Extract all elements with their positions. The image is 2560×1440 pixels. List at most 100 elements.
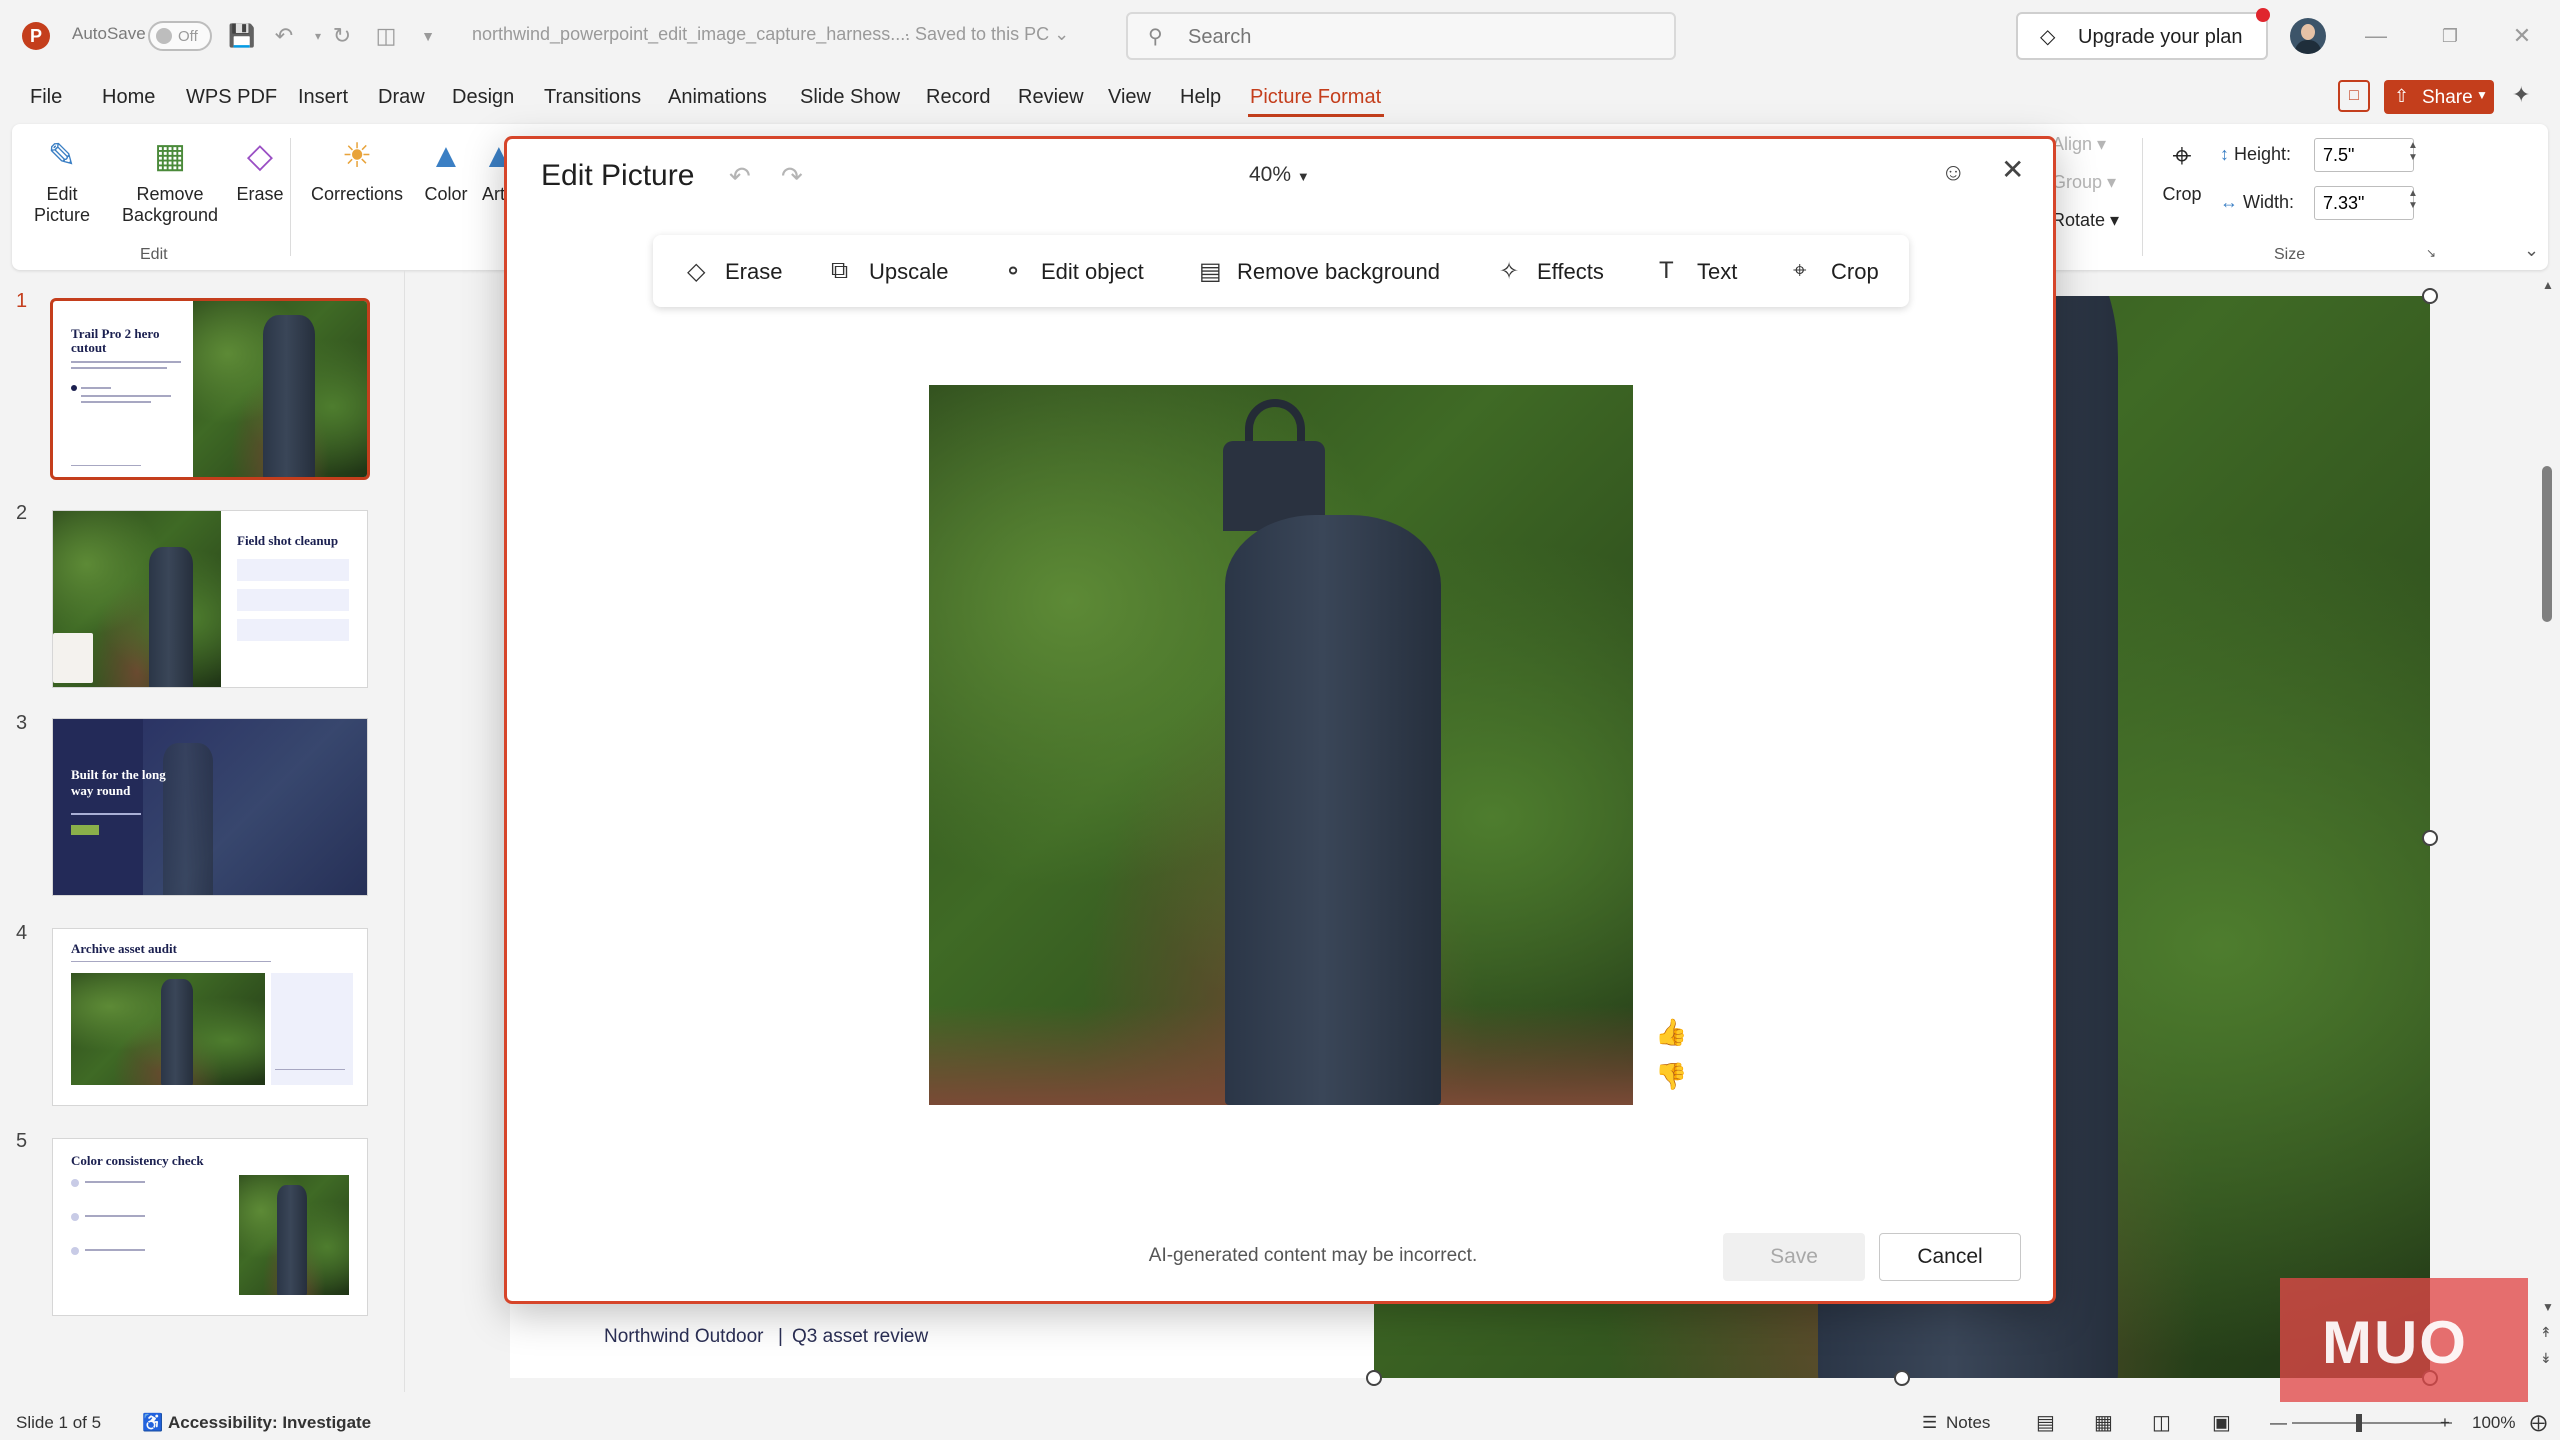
edit-picture-button[interactable]: ✎ Edit Picture [26, 134, 98, 226]
search-box[interactable]: ⚲ [1126, 12, 1676, 60]
bullet [71, 385, 77, 391]
tab-view[interactable]: View [1108, 86, 1151, 109]
tool-remove-background[interactable]: ▤ Remove background [1199, 235, 1441, 307]
slide-sorter-icon[interactable]: ▦ [2094, 1410, 2113, 1435]
tab-transitions[interactable]: Transitions [544, 86, 641, 109]
slide-thumbnail-2[interactable]: Field shot cleanup [52, 510, 368, 688]
document-title[interactable]: northwind_powerpoint_edit_image_capture_… [472, 24, 910, 45]
normal-view-icon[interactable]: ▤ [2036, 1410, 2055, 1435]
resize-handle[interactable] [1894, 1370, 1910, 1386]
resize-handle[interactable] [1366, 1370, 1382, 1386]
present-icon[interactable]: ◫ [372, 22, 400, 50]
erase-button[interactable]: ◇ Erase [224, 134, 296, 205]
tab-slide-show[interactable]: Slide Show [800, 86, 900, 109]
slide-footer-subtitle[interactable]: Q3 asset review [792, 1326, 928, 1348]
scroll-thumb[interactable] [2542, 466, 2552, 622]
saved-status[interactable]: · Saved to this PC ⌄ [904, 24, 1069, 45]
tab-home[interactable]: Home [102, 86, 155, 109]
scroll-up-icon[interactable]: ▲ [2542, 278, 2554, 292]
zoom-in-icon[interactable]: + [2440, 1413, 2450, 1433]
avatar-head [2301, 24, 2315, 40]
redo-icon[interactable]: ↻ [328, 22, 356, 50]
crop-button[interactable]: ⌖ Crop [2154, 134, 2210, 205]
save-icon[interactable]: 💾 [228, 22, 256, 50]
align-button[interactable]: Align ▾ [2052, 134, 2122, 155]
save-button[interactable]: Save [1723, 1233, 1865, 1281]
tab-review[interactable]: Review [1018, 86, 1084, 109]
zoom-level[interactable]: 100% [2472, 1413, 2515, 1433]
slide-thumbnail-4[interactable]: Archive asset audit [52, 928, 368, 1106]
height-input[interactable] [2314, 138, 2414, 172]
resize-handle[interactable] [2422, 288, 2438, 304]
search-input[interactable] [1188, 24, 1648, 50]
feedback-icon[interactable]: ☺ [1941, 159, 1966, 187]
eraser-icon: ◇ [246, 137, 274, 175]
previous-slide-icon[interactable]: ↟ [2540, 1324, 2552, 1341]
color-button[interactable]: ▲ Color [416, 134, 476, 205]
slide-thumbnail-1[interactable]: Trail Pro 2 hero cutout [50, 298, 370, 480]
avatar[interactable] [2290, 18, 2326, 54]
tab-wps-pdf[interactable]: WPS PDF [186, 86, 277, 109]
redo-icon[interactable]: ↷ [781, 161, 803, 192]
tab-insert[interactable]: Insert [298, 86, 348, 109]
customize-toolbar-icon[interactable]: ▼ [414, 22, 442, 50]
zoom-slider-thumb[interactable] [2356, 1414, 2362, 1432]
tab-help[interactable]: Help [1180, 86, 1221, 109]
tool-label: Remove background [1237, 259, 1441, 284]
slideshow-icon[interactable]: ▣ [2212, 1410, 2231, 1435]
tab-animations[interactable]: Animations [668, 86, 767, 109]
slide-footer-brand[interactable]: Northwind Outdoor [604, 1326, 763, 1348]
scroll-down-icon[interactable]: ▼ [2542, 1300, 2554, 1314]
tool-effects[interactable]: ✧ Effects [1499, 235, 1609, 307]
group-button[interactable]: Group ▾ [2052, 172, 2122, 193]
accessibility-status[interactable]: Accessibility: Investigate [168, 1413, 371, 1433]
slide-thumbnail-5[interactable]: Color consistency check [52, 1138, 368, 1316]
tab-draw[interactable]: Draw [378, 86, 425, 109]
tool-upscale[interactable]: ⧉ Upscale [831, 235, 951, 307]
tab-record[interactable]: Record [926, 86, 990, 109]
vertical-scrollbar[interactable]: ▲ ▼ ↟ ↡ [2536, 276, 2560, 1388]
remove-background-button[interactable]: ▦ Remove Background [120, 134, 220, 226]
thumbs-down-icon[interactable]: 👎 [1655, 1061, 1687, 1092]
size-dialog-launcher-icon[interactable]: ↘ [2426, 246, 2436, 260]
undo-icon[interactable]: ↶ [270, 22, 298, 50]
zoom-out-icon[interactable]: — [2270, 1413, 2287, 1433]
copilot-icon[interactable]: ✦ [2512, 82, 2530, 108]
next-slide-icon[interactable]: ↡ [2540, 1350, 2552, 1367]
share-button[interactable]: ⇧ Share ▼ [2384, 80, 2494, 114]
stat-card [237, 559, 349, 581]
accessibility-icon[interactable]: ♿ [142, 1413, 163, 1433]
close-icon[interactable]: ✕ [2001, 153, 2024, 186]
upgrade-button[interactable]: ◇ Upgrade your plan [2016, 12, 2268, 60]
undo-icon[interactable]: ↶ [729, 161, 751, 192]
tab-file[interactable]: File [30, 86, 62, 109]
width-spinner-icon[interactable]: ▲ ▼ [2408, 188, 2418, 212]
tab-design[interactable]: Design [452, 86, 514, 109]
collapse-ribbon-icon[interactable]: ⌄ [2524, 240, 2539, 261]
resize-handle[interactable] [2422, 830, 2438, 846]
maximize-icon[interactable]: ❐ [2430, 20, 2470, 52]
cancel-button[interactable]: Cancel [1879, 1233, 2021, 1281]
rotate-button[interactable]: Rotate ▾ [2052, 210, 2132, 231]
thumbs-up-icon[interactable]: 👍 [1655, 1017, 1687, 1048]
tab-picture-format[interactable]: Picture Format [1250, 86, 1381, 109]
minimize-icon[interactable]: — [2356, 20, 2396, 52]
height-spinner-icon[interactable]: ▲ ▼ [2408, 140, 2418, 164]
autosave-toggle[interactable]: Off [148, 21, 212, 51]
zoom-slider[interactable] [2292, 1422, 2452, 1424]
tool-crop[interactable]: ⌖ Crop [1793, 235, 1883, 307]
tool-erase[interactable]: ◇ Erase [687, 235, 782, 307]
notes-button[interactable]: Notes [1946, 1413, 1990, 1433]
tool-text[interactable]: T Text [1659, 235, 1741, 307]
close-window-icon[interactable]: ✕ [2502, 20, 2542, 52]
reading-view-icon[interactable]: ◫ [2152, 1410, 2171, 1435]
tool-edit-object[interactable]: ⚬ Edit object [1003, 235, 1153, 307]
comments-icon[interactable]: □ [2338, 80, 2370, 112]
width-input[interactable] [2314, 186, 2414, 220]
corrections-button[interactable]: ☀ Corrections [304, 134, 410, 205]
slide-thumbnail-3[interactable]: Built for the long way round [52, 718, 368, 896]
fit-to-window-icon[interactable]: ⨁ [2530, 1413, 2547, 1433]
zoom-dropdown[interactable]: 40% ▼ [1249, 163, 1310, 187]
notes-icon[interactable]: ☰ [1922, 1413, 1937, 1433]
picture-preview[interactable] [929, 385, 1633, 1105]
